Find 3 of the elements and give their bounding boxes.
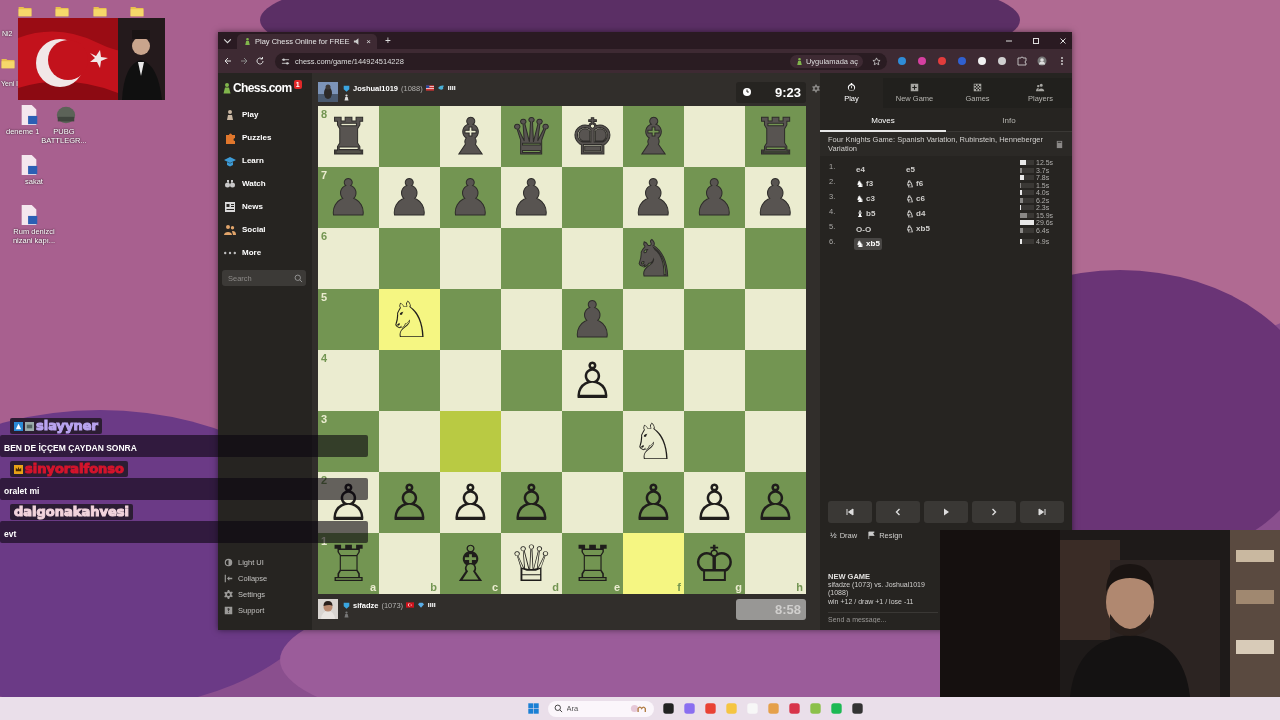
search-icon (553, 704, 563, 713)
app-icon[interactable] (850, 702, 864, 715)
windows-icon[interactable] (526, 702, 540, 715)
